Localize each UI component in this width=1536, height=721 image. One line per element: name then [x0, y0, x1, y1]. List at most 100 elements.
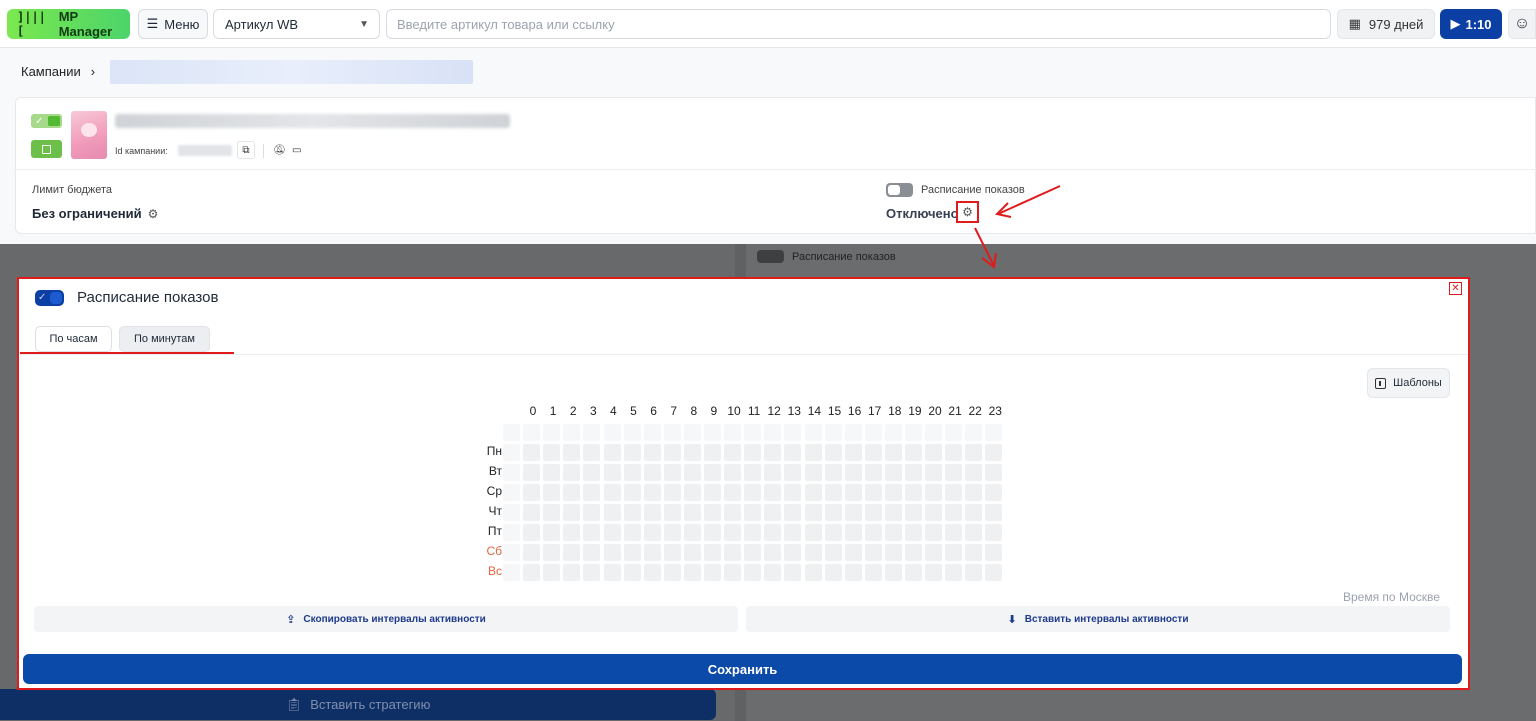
schedule-cell[interactable] — [744, 544, 762, 561]
grid-select-all-cell[interactable] — [744, 424, 762, 441]
schedule-cell[interactable] — [804, 444, 822, 461]
schedule-cell[interactable] — [884, 464, 902, 481]
schedule-cell[interactable] — [784, 564, 802, 581]
schedule-cell[interactable] — [663, 484, 681, 501]
schedule-cell[interactable] — [683, 544, 701, 561]
schedule-cell[interactable] — [543, 504, 561, 521]
schedule-cell[interactable] — [543, 464, 561, 481]
schedule-cell[interactable] — [683, 564, 701, 581]
day-label[interactable]: Вт — [489, 464, 502, 478]
schedule-cell[interactable] — [985, 544, 1003, 561]
schedule-cell[interactable] — [643, 504, 661, 521]
schedule-cell[interactable] — [663, 464, 681, 481]
day-label[interactable]: Чт — [489, 504, 503, 518]
grid-select-all-cell[interactable] — [663, 424, 681, 441]
schedule-cell[interactable] — [643, 444, 661, 461]
schedule-cell[interactable] — [844, 524, 862, 541]
schedule-cell[interactable] — [563, 504, 581, 521]
schedule-cell[interactable] — [824, 484, 842, 501]
campaign-status-toggle[interactable]: ✓ — [31, 114, 62, 128]
schedule-cell[interactable] — [824, 564, 842, 581]
schedule-cell[interactable] — [603, 464, 621, 481]
schedule-cell[interactable] — [724, 564, 742, 581]
schedule-cell[interactable] — [804, 524, 822, 541]
schedule-cell[interactable] — [844, 544, 862, 561]
schedule-cell[interactable] — [583, 504, 601, 521]
templates-button[interactable]: Шаблоны — [1367, 368, 1450, 398]
hour-label[interactable]: 5 — [624, 404, 644, 418]
schedule-cell[interactable] — [864, 544, 882, 561]
gear-icon[interactable]: ⚙ — [148, 207, 159, 221]
copy-intervals-button[interactable]: ⇪ Скопировать интервалы активности — [34, 606, 738, 632]
schedule-cell[interactable] — [804, 544, 822, 561]
schedule-cell[interactable] — [603, 484, 621, 501]
schedule-cell[interactable] — [543, 524, 561, 541]
schedule-cell[interactable] — [563, 524, 581, 541]
grid-select-all-cell[interactable] — [503, 464, 520, 481]
schedule-cell[interactable] — [623, 524, 641, 541]
schedule-cell[interactable] — [523, 524, 541, 541]
grid-select-all-cell[interactable] — [563, 424, 581, 441]
hour-label[interactable]: 20 — [925, 404, 945, 418]
hour-label[interactable]: 21 — [945, 404, 965, 418]
schedule-cell[interactable] — [543, 564, 561, 581]
hour-label[interactable]: 16 — [845, 404, 865, 418]
schedule-cell[interactable] — [905, 564, 922, 581]
schedule-cell[interactable] — [603, 544, 621, 561]
day-label[interactable]: Пн — [487, 444, 502, 458]
hour-label[interactable]: 3 — [583, 404, 603, 418]
schedule-cell[interactable] — [824, 444, 842, 461]
schedule-cell[interactable] — [683, 504, 701, 521]
schedule-cell[interactable] — [704, 504, 721, 521]
schedule-cell[interactable] — [643, 524, 661, 541]
schedule-cell[interactable] — [804, 564, 822, 581]
schedule-cell[interactable] — [764, 484, 782, 501]
schedule-cell[interactable] — [744, 464, 762, 481]
schedule-cell[interactable] — [985, 564, 1003, 581]
schedule-cell[interactable] — [603, 504, 621, 521]
schedule-cell[interactable] — [683, 524, 701, 541]
schedule-cell[interactable] — [864, 524, 882, 541]
day-label[interactable]: Ср — [487, 484, 502, 498]
grid-select-all-cell[interactable] — [724, 424, 742, 441]
schedule-cell[interactable] — [945, 504, 963, 521]
schedule-cell[interactable] — [623, 444, 641, 461]
schedule-settings-gear-icon[interactable]: ⚙ — [956, 201, 979, 223]
schedule-cell[interactable] — [543, 544, 561, 561]
schedule-cell[interactable] — [784, 544, 802, 561]
schedule-cell[interactable] — [603, 444, 621, 461]
schedule-cell[interactable] — [965, 564, 983, 581]
grid-select-all-cell[interactable] — [503, 484, 520, 501]
schedule-cell[interactable] — [884, 484, 902, 501]
grid-select-all-cell[interactable] — [965, 424, 983, 441]
schedule-toggle[interactable] — [886, 183, 913, 197]
schedule-cell[interactable] — [683, 484, 701, 501]
hour-label[interactable]: 15 — [825, 404, 845, 418]
tab-hours[interactable]: По часам — [35, 326, 112, 352]
schedule-cell[interactable] — [724, 524, 742, 541]
hour-label[interactable]: 19 — [905, 404, 925, 418]
search-input[interactable] — [386, 9, 1331, 39]
schedule-cell[interactable] — [704, 564, 721, 581]
schedule-cell[interactable] — [905, 484, 922, 501]
schedule-cell[interactable] — [663, 504, 681, 521]
schedule-cell[interactable] — [925, 524, 943, 541]
grid-select-all-cell[interactable] — [543, 424, 561, 441]
grid-select-all-cell[interactable] — [603, 424, 621, 441]
schedule-cell[interactable] — [764, 444, 782, 461]
hour-label[interactable]: 12 — [764, 404, 784, 418]
schedule-cell[interactable] — [563, 464, 581, 481]
schedule-cell[interactable] — [643, 464, 661, 481]
schedule-cell[interactable] — [965, 464, 983, 481]
schedule-cell[interactable] — [704, 464, 721, 481]
schedule-cell[interactable] — [683, 444, 701, 461]
schedule-cell[interactable] — [905, 444, 922, 461]
schedule-cell[interactable] — [965, 524, 983, 541]
schedule-cell[interactable] — [663, 524, 681, 541]
schedule-cell[interactable] — [724, 444, 742, 461]
schedule-cell[interactable] — [744, 564, 762, 581]
close-icon[interactable]: ✕ — [1449, 282, 1462, 295]
grid-select-all-cell[interactable] — [643, 424, 661, 441]
feedback-button[interactable]: ☺ — [1508, 9, 1536, 39]
schedule-cell[interactable] — [583, 484, 601, 501]
